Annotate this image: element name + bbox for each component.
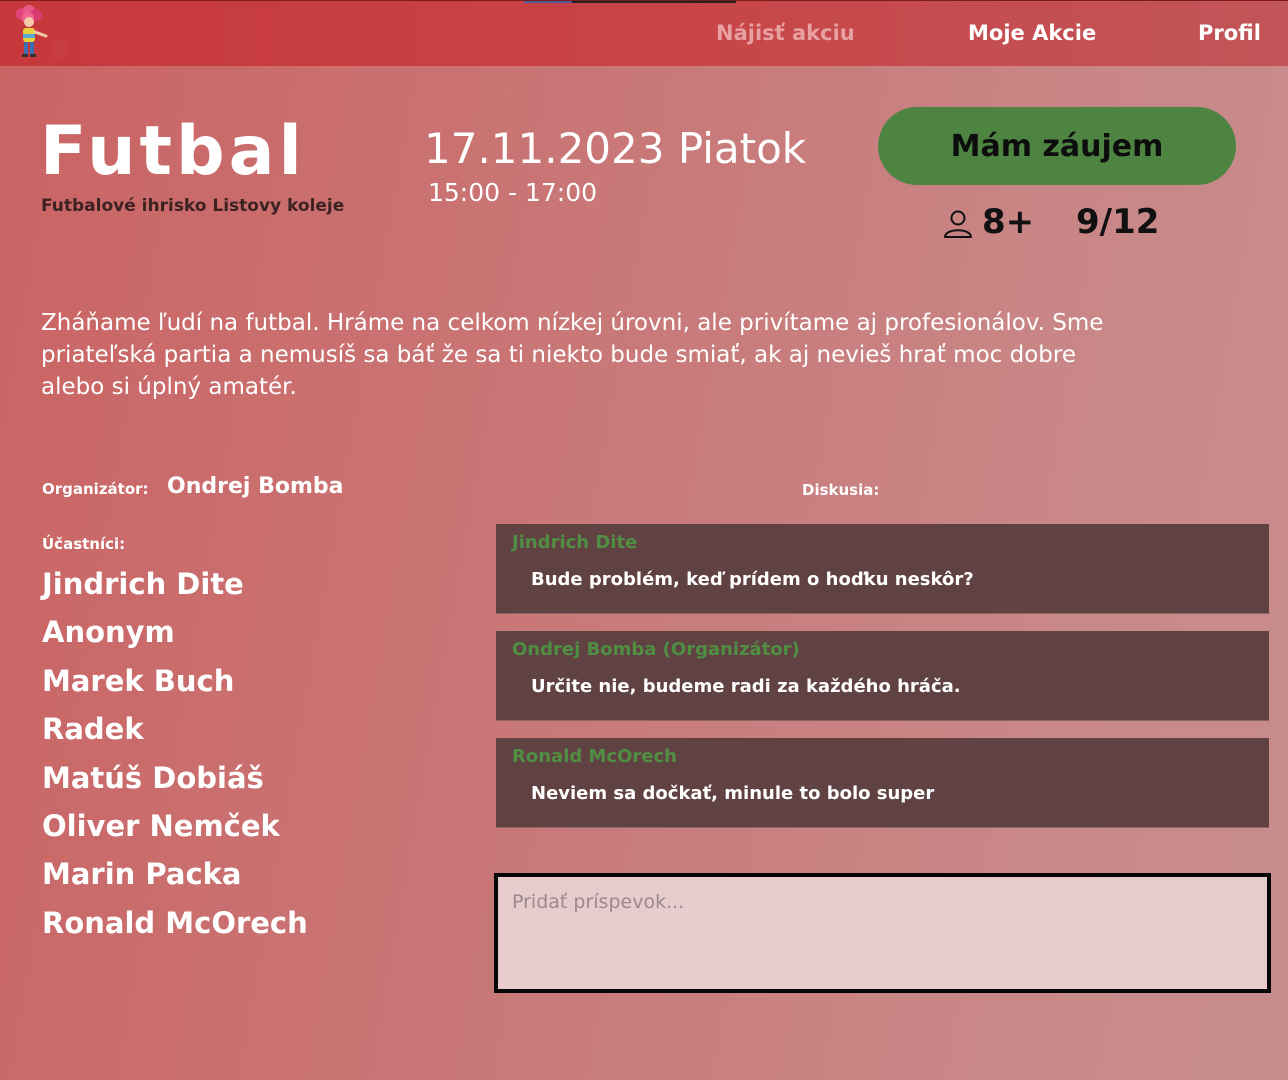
participants-label: Účastníci: bbox=[42, 535, 126, 553]
nav-find-event[interactable]: Nájisť akciu bbox=[716, 21, 855, 45]
cartoon-mascot-icon[interactable] bbox=[6, 4, 66, 60]
comment-author[interactable]: Ronald McOrech bbox=[512, 746, 677, 767]
add-post-input[interactable] bbox=[494, 873, 1271, 993]
nav-my-events[interactable]: Moje Akcie bbox=[968, 21, 1096, 45]
person-icon bbox=[942, 208, 974, 240]
comment-author[interactable]: Jindrich Dite bbox=[512, 532, 637, 553]
event-location: Futbalové ihrisko Listovy koleje bbox=[41, 196, 345, 216]
participant-item[interactable]: Jindrich Dite bbox=[42, 562, 308, 610]
age-limit: 8+ bbox=[982, 202, 1035, 242]
participant-item[interactable]: Marek Buch bbox=[42, 659, 308, 707]
participant-item[interactable]: Matúš Dobiáš bbox=[42, 756, 308, 804]
participants-list: Jindrich Dite Anonym Marek Buch Radek Ma… bbox=[42, 562, 308, 949]
participant-item[interactable]: Ronald McOrech bbox=[42, 901, 308, 949]
top-accent-line-dark bbox=[572, 1, 736, 3]
event-date: 17.11.2023 Piatok bbox=[424, 124, 807, 173]
discussion-label: Diskusia: bbox=[802, 481, 880, 499]
comment-author[interactable]: Ondrej Bomba (Organizátor) bbox=[512, 639, 800, 660]
discussion-comment: Ronald McOrech Neviem sa dočkať, minule … bbox=[496, 738, 1269, 828]
event-title: Futbal bbox=[40, 112, 306, 191]
discussion-comment: Ondrej Bomba (Organizátor) Určite nie, b… bbox=[496, 631, 1269, 721]
event-description: Zháňame ľudí na futbal. Hráme na celkom … bbox=[41, 310, 1104, 400]
capacity-count: 9/12 bbox=[1076, 202, 1160, 242]
nav-profile[interactable]: Profil bbox=[1198, 21, 1261, 45]
comment-text: Bude problém, keď prídem o hoďku neskôr? bbox=[531, 569, 974, 590]
participant-item[interactable]: Marin Packa bbox=[42, 852, 308, 900]
participant-item[interactable]: Oliver Nemček bbox=[42, 804, 308, 852]
top-accent-line bbox=[524, 1, 572, 3]
organizer-label: Organizátor: bbox=[42, 480, 149, 498]
organizer-name[interactable]: Ondrej Bomba bbox=[167, 474, 343, 499]
top-navigation-bar: Nájisť akciu Moje Akcie Profil bbox=[0, 0, 1288, 66]
event-time: 15:00 - 17:00 bbox=[428, 178, 598, 207]
comment-text: Neviem sa dočkať, minule to bolo super bbox=[531, 783, 935, 804]
participant-item[interactable]: Radek bbox=[42, 707, 308, 755]
discussion-comment: Jindrich Dite Bude problém, keď prídem o… bbox=[496, 524, 1269, 614]
participant-item[interactable]: Anonym bbox=[42, 610, 308, 658]
interest-button-label: Mám záujem bbox=[950, 128, 1164, 164]
comment-text: Určite nie, budeme radi za každého hráča… bbox=[531, 676, 961, 697]
interest-button[interactable]: Mám záujem bbox=[878, 107, 1236, 185]
